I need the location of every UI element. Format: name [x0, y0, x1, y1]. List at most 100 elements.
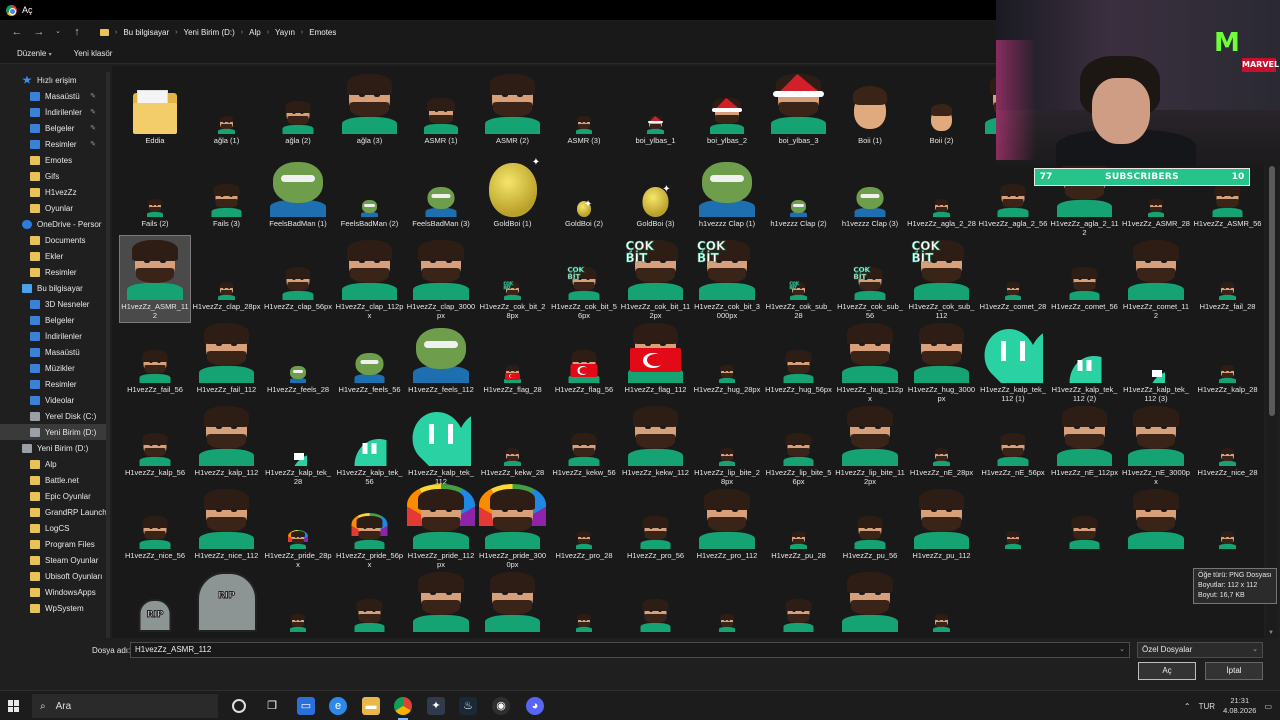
file-item[interactable]: H1vezZz_lip_bite_56px — [764, 402, 834, 488]
file-item[interactable]: H1vezZz_pu_112 — [907, 485, 977, 571]
sidebar-item[interactable]: Battle.net — [0, 472, 108, 488]
explorer-icon[interactable]: ▬ — [362, 697, 380, 715]
language-indicator[interactable]: TUR — [1199, 702, 1215, 711]
sidebar-item[interactable]: Ekler — [0, 248, 108, 264]
file-item[interactable]: H1vezZz_kalp_28 — [1193, 319, 1263, 405]
app-icon[interactable]: ✦ — [427, 697, 445, 715]
file-item[interactable]: H1vezZz_kalp_tek_112 (2) — [1050, 319, 1120, 405]
file-item[interactable]: H1vezZz_flag_56 — [549, 319, 619, 405]
sidebar-item[interactable]: GrandRP Launch — [0, 504, 108, 520]
sidebar-item[interactable]: WindowsApps — [0, 584, 108, 600]
sidebar-item[interactable]: Videolar — [0, 392, 108, 408]
file-item[interactable]: H1vezZz_kekw_112 — [621, 402, 691, 488]
file-item[interactable]: H1vezZz_flag_112 — [621, 319, 691, 405]
file-item[interactable]: FeelsBadMan (2) — [335, 153, 405, 239]
file-item[interactable] — [1050, 485, 1120, 571]
file-item[interactable] — [335, 568, 405, 638]
breadcrumb-item[interactable]: Emotes — [309, 28, 336, 37]
file-item[interactable]: H1vezZz_pu_56 — [835, 485, 905, 571]
sidebar-item[interactable]: 3D Nesneler — [0, 296, 108, 312]
sidebar-item[interactable]: Oyunlar — [0, 200, 108, 216]
file-item[interactable]: ✦ GoldBoi (2) — [549, 153, 619, 239]
sidebar-item[interactable]: Bu bilgisayar — [0, 280, 108, 296]
file-item[interactable]: H1vezZz_clap_112px — [335, 236, 405, 322]
file-item[interactable]: H1vezZz_kekw_56 — [549, 402, 619, 488]
sidebar-item[interactable]: Masaüstü ✎ — [0, 88, 108, 104]
sidebar-item[interactable]: Belgeler ✎ — [0, 120, 108, 136]
forward-button[interactable]: → — [32, 25, 46, 39]
file-item[interactable]: ÇOK BİT H1vezZz_cok_sub_56 — [835, 236, 905, 322]
file-item[interactable] — [263, 568, 333, 638]
breadcrumb-item[interactable]: Alp — [249, 28, 261, 37]
edge-icon[interactable]: e — [329, 697, 347, 715]
file-item[interactable]: H1vezZz_pride_56px — [335, 485, 405, 571]
file-item[interactable]: h1vezzz Clap (2) — [764, 153, 834, 239]
sidebar-item[interactable]: İndirilenler — [0, 328, 108, 344]
sidebar-item[interactable]: Steam Oyunlar — [0, 552, 108, 568]
file-item[interactable]: H1vezZz_kalp_tek_28 — [263, 402, 333, 488]
filetype-select[interactable]: Özel Dosyalar ⌄ — [1137, 642, 1263, 658]
file-item[interactable]: H1vezZz_pride_3000px — [478, 484, 548, 571]
file-item[interactable]: RIP — [120, 568, 190, 638]
sidebar-item[interactable]: Documents — [0, 232, 108, 248]
file-item[interactable]: ÇOK BİT H1vezZz_cok_bit_3000px — [692, 236, 762, 322]
sidebar-item[interactable]: Program Files — [0, 536, 108, 552]
file-item[interactable]: ASMR (2) — [478, 70, 548, 156]
file-item[interactable]: ASMR (3) — [549, 70, 619, 156]
breadcrumb-item[interactable]: Bu bilgisayar — [123, 28, 169, 37]
sidebar-item[interactable]: Resimler — [0, 264, 108, 280]
taskbar-search[interactable]: ⌕ Ara — [32, 694, 218, 718]
file-item[interactable]: Eddia — [120, 70, 190, 156]
file-item[interactable]: H1vezZz_nice_28 — [1193, 402, 1263, 488]
file-item[interactable] — [549, 568, 619, 638]
file-item[interactable]: Fails (2) — [120, 153, 190, 239]
file-item[interactable]: ÇOK BİT H1vezZz_cok_sub_28 — [764, 236, 834, 322]
sidebar-item[interactable]: Ubisoft Oyunları — [0, 568, 108, 584]
breadcrumb-item[interactable]: Yayın — [275, 28, 295, 37]
file-item[interactable]: ÇOK BİT H1vezZz_cok_bit_112px — [621, 236, 691, 322]
file-item[interactable]: RIP — [192, 568, 262, 638]
file-item[interactable]: H1vezZz_fail_28 — [1193, 236, 1263, 322]
file-item[interactable]: H1vezZz_comet_56 — [1050, 236, 1120, 322]
file-item[interactable]: H1vezZz_kalp_tek_112 (3) — [1121, 319, 1191, 405]
file-item[interactable]: Boii (2) — [907, 70, 977, 156]
file-item[interactable] — [1121, 485, 1191, 571]
scroll-down-icon[interactable]: ▼ — [1268, 630, 1274, 636]
sidebar-item[interactable]: Resimler — [0, 376, 108, 392]
file-item[interactable] — [978, 485, 1048, 571]
file-item[interactable]: H1vezZz_feels_112 — [406, 319, 476, 405]
file-item[interactable]: H1vezZz_ASMR_112 — [119, 235, 191, 323]
new-folder-button[interactable]: Yeni klasör — [74, 49, 113, 58]
file-item[interactable]: H1vezZz_kekw_28 — [478, 402, 548, 488]
file-item[interactable]: H1vezZz_pride_28px — [263, 485, 333, 571]
file-item[interactable]: H1vezZz_pro_56 — [621, 485, 691, 571]
recent-dropdown-icon[interactable]: ⌄ — [54, 25, 62, 39]
file-item[interactable]: Boii (1) — [835, 70, 905, 156]
sidebar-item[interactable]: Müzikler — [0, 360, 108, 376]
file-item[interactable]: ✦ GoldBoi (1) — [478, 153, 548, 239]
file-item[interactable]: Fails (3) — [192, 153, 262, 239]
file-item[interactable]: H1vezZz_nice_112 — [192, 485, 262, 571]
organize-button[interactable]: Düzenle ▾ — [17, 49, 52, 58]
sidebar-item[interactable]: Epic Oyunlar — [0, 488, 108, 504]
up-button[interactable]: ↑ — [70, 25, 84, 39]
file-item[interactable]: h1vezzz Clap (3) — [835, 153, 905, 239]
file-item[interactable]: H1vezZz_pu_28 — [764, 485, 834, 571]
sidebar-item[interactable]: İndirilenler ✎ — [0, 104, 108, 120]
file-item[interactable]: boi_ylbas_1 — [621, 70, 691, 156]
file-item[interactable]: FeelsBadMan (3) — [406, 153, 476, 239]
file-item[interactable]: H1vezZz_nice_56 — [120, 485, 190, 571]
file-item[interactable]: H1vezZz_fail_56 — [120, 319, 190, 405]
file-item[interactable]: H1vezZz_pride_112px — [406, 484, 476, 571]
file-item[interactable] — [621, 568, 691, 638]
start-button[interactable] — [8, 700, 20, 712]
sidebar-item[interactable]: WpSystem — [0, 600, 108, 616]
file-item[interactable] — [764, 568, 834, 638]
file-item[interactable]: H1vezZz_hug_3000px — [907, 319, 977, 405]
file-item[interactable]: H1vezZz_hug_56px — [764, 319, 834, 405]
sidebar-item[interactable]: H1vezZz — [0, 184, 108, 200]
filename-input[interactable]: H1vezZz_ASMR_112 ⌄ — [130, 642, 1130, 658]
file-item[interactable]: H1vezZz_fail_112 — [192, 319, 262, 405]
file-item[interactable]: ✦ GoldBoi (3) — [621, 153, 691, 239]
file-item[interactable] — [406, 568, 476, 638]
